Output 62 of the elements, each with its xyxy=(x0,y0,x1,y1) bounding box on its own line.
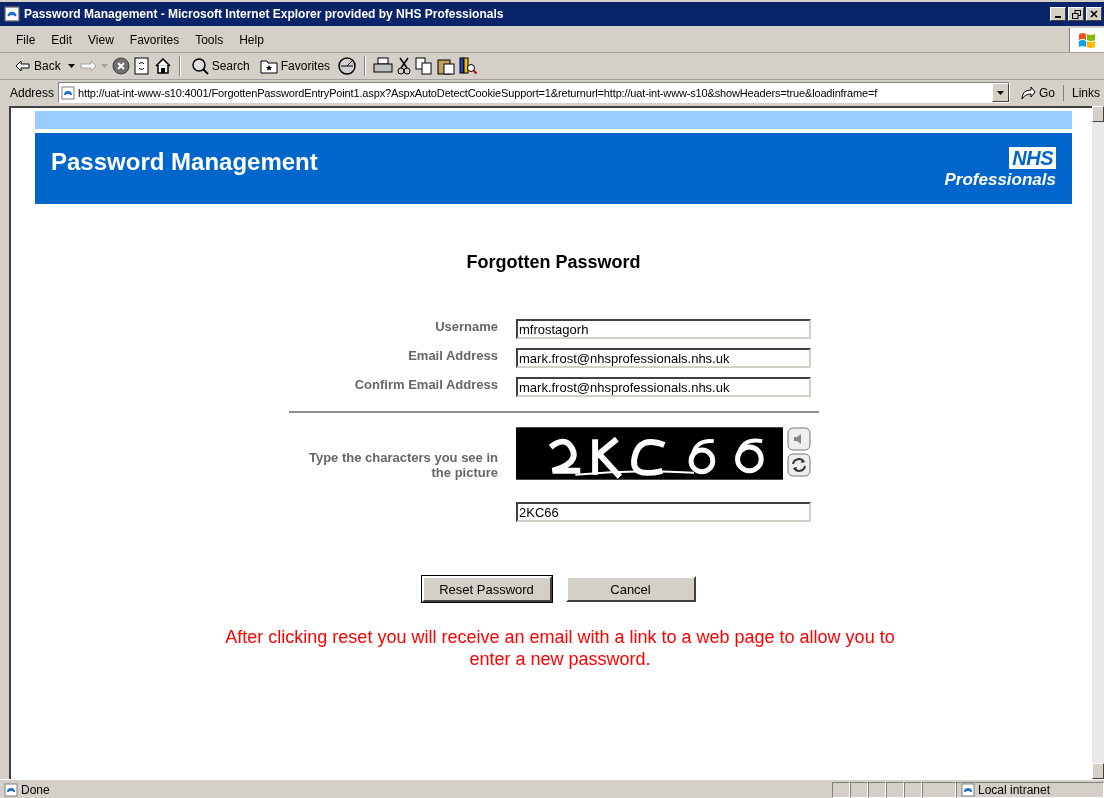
input-field[interactable]: 2KC66 xyxy=(516,502,811,522)
close-button[interactable] xyxy=(1086,7,1102,21)
form-button[interactable]: Cancel xyxy=(565,576,696,602)
menu-item[interactable]: File xyxy=(8,31,44,49)
copy-icon[interactable] xyxy=(415,57,434,75)
menu-item[interactable]: Tools xyxy=(187,31,232,49)
refresh-icon[interactable] xyxy=(133,57,150,75)
status-pane xyxy=(850,782,868,798)
refresh-icon[interactable] xyxy=(787,453,811,477)
status-text: Done xyxy=(21,783,50,797)
input-field[interactable]: mark.frost@nhsprofessionals.nhs.uk xyxy=(516,377,811,397)
back-arrow-icon xyxy=(15,60,31,72)
address-field[interactable]: http://uat-int-www-s10:4001/ForgottenPasswordEntryPoint1.aspx?AspxAutoDetectCookieSupport=1&returnurl=http://uat-int-www-s10&showHeaders=true&loadinframe=f xyxy=(58,82,1010,103)
field-label: Type the characters you see in the picture xyxy=(307,449,498,480)
paste-icon[interactable] xyxy=(437,57,456,75)
menu-item[interactable]: View xyxy=(80,31,122,49)
print-icon[interactable] xyxy=(373,57,394,75)
windows-flag-icon xyxy=(1077,30,1097,50)
logo-text: Professionals xyxy=(944,170,1056,190)
search-button[interactable]: Search xyxy=(187,56,253,76)
form-button[interactable]: Reset Password xyxy=(421,576,552,602)
form-heading: Forgotten Password xyxy=(465,252,642,273)
favorites-button[interactable]: Favorites xyxy=(256,57,334,75)
caret-icon xyxy=(996,90,1004,95)
back-button[interactable]: Back xyxy=(12,58,64,74)
research-icon[interactable] xyxy=(459,57,478,75)
menu-item[interactable]: Help xyxy=(231,31,272,49)
header-title: Password Management xyxy=(51,147,318,176)
media-icon[interactable] xyxy=(337,56,358,76)
notice-text: After clicking reset you will receive an email with a link to a web page to allow you to enter a new password. xyxy=(225,626,895,670)
page-icon xyxy=(4,783,18,797)
status-pane xyxy=(868,782,886,798)
dropdown-button[interactable] xyxy=(991,83,1009,102)
logo-mark: NHS xyxy=(1009,147,1056,169)
cut-icon[interactable] xyxy=(397,57,412,75)
minimize-button[interactable] xyxy=(1050,7,1066,21)
scrollbar[interactable] xyxy=(1092,106,1104,779)
go-arrow-icon xyxy=(1019,84,1036,101)
go-button[interactable]: Go xyxy=(1013,84,1064,101)
folder-star-icon xyxy=(259,58,278,74)
links-button[interactable]: Links xyxy=(1068,85,1104,100)
status-pane xyxy=(832,782,850,798)
search-icon xyxy=(190,57,209,75)
menu-item[interactable]: Edit xyxy=(43,31,81,49)
restore-button[interactable] xyxy=(1068,7,1084,21)
window-title: Password Management - Microsoft Internet Explorer provided by NHS Professionals xyxy=(24,7,505,21)
status-pane xyxy=(886,782,904,798)
field-label: Username xyxy=(434,319,498,336)
app-icon xyxy=(4,6,20,22)
field-label: Email Address xyxy=(407,348,498,365)
caret-icon[interactable] xyxy=(67,64,75,68)
menu-item[interactable]: Favorites xyxy=(121,31,188,49)
restore-icon xyxy=(1071,9,1081,19)
input-field[interactable]: mfrostagorh xyxy=(516,319,811,339)
address-label: Address xyxy=(10,85,55,100)
stop-icon[interactable] xyxy=(111,57,130,75)
home-icon[interactable] xyxy=(153,57,172,75)
input-field[interactable]: mark.frost@nhsprofessionals.nhs.uk xyxy=(516,348,811,368)
zone-text: Local intranet xyxy=(978,783,1051,797)
close-icon xyxy=(1090,10,1098,18)
field-label: Confirm Email Address xyxy=(353,377,498,394)
page-icon xyxy=(61,85,76,100)
